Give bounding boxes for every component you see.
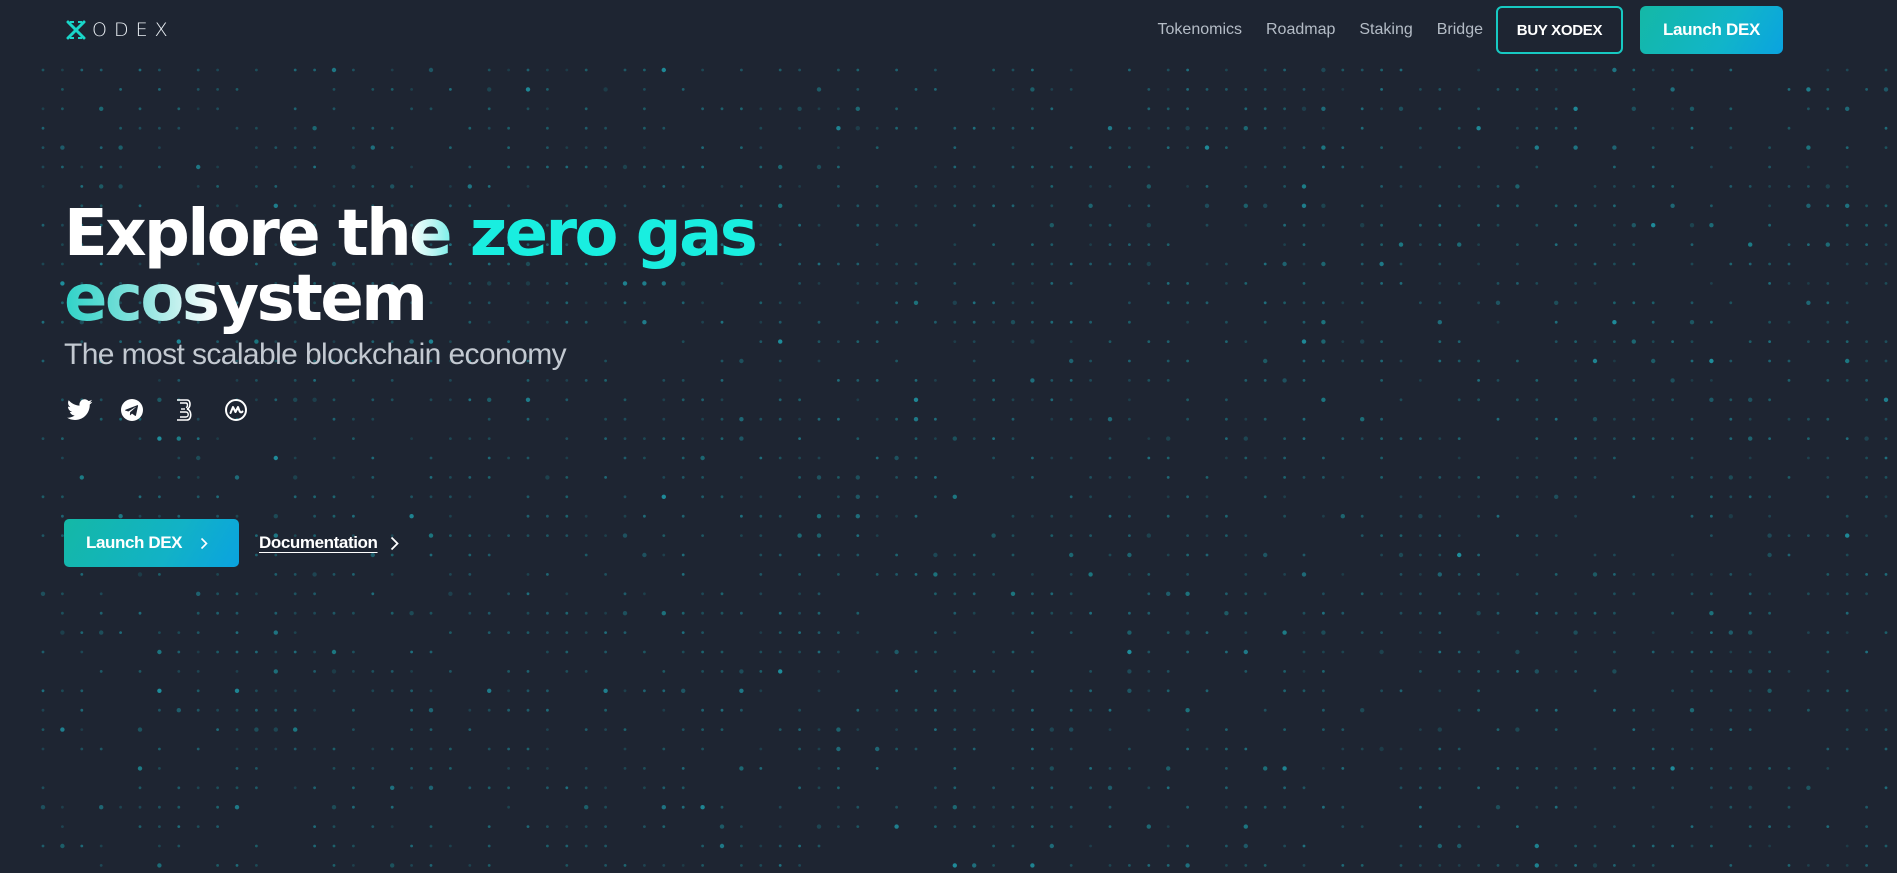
dot-grid-background xyxy=(40,67,1889,868)
hero-title-part-1: Explore th xyxy=(64,197,412,271)
hero-title-part-3: ecos xyxy=(64,262,220,336)
hero-title-line-1: Explore the zero gas xyxy=(64,202,824,267)
telegram-icon xyxy=(121,399,143,421)
chevron-right-icon xyxy=(200,537,208,550)
coinmarketcap-link[interactable] xyxy=(222,396,250,424)
twitter-icon xyxy=(67,399,93,420)
buy-xodex-button[interactable]: BUY XODEX xyxy=(1496,6,1623,54)
nav-roadmap[interactable]: Roadmap xyxy=(1266,21,1335,39)
twitter-link[interactable] xyxy=(66,396,94,424)
b-logo-link[interactable] xyxy=(170,396,198,424)
nav-staking[interactable]: Staking xyxy=(1359,21,1412,39)
telegram-link[interactable] xyxy=(118,396,146,424)
hero-cta-row: Launch DEX Documentation xyxy=(64,519,399,567)
top-navigation: Tokenomics Roadmap Staking Bridge BUY XO… xyxy=(1158,6,1783,54)
hero-launch-dex-label: Launch DEX xyxy=(86,533,183,552)
hero-title-part-2: e xyxy=(409,197,470,271)
social-links xyxy=(66,396,250,424)
b-logo-icon xyxy=(177,399,192,421)
nav-bridge[interactable]: Bridge xyxy=(1437,21,1483,39)
hero-launch-dex-button[interactable]: Launch DEX xyxy=(64,519,239,567)
hero-title-accent: zero gas xyxy=(469,197,758,271)
hero-title-part-4: ystem xyxy=(217,262,428,336)
chevron-right-icon xyxy=(390,536,399,551)
documentation-label: Documentation xyxy=(259,533,378,552)
hero-title: Explore the zero gas ecosystem xyxy=(64,202,824,332)
page: ODEX Tokenomics Roadmap Staking Bridge B… xyxy=(0,0,1897,873)
logo-x-icon xyxy=(66,20,86,40)
logo-text: ODEX xyxy=(92,19,175,41)
coinmarketcap-icon xyxy=(225,399,247,421)
documentation-link[interactable]: Documentation xyxy=(259,533,399,553)
hero-title-line-2: ecosystem xyxy=(64,267,824,332)
hero-subtitle: The most scalable blockchain economy xyxy=(64,338,567,371)
header-launch-dex-button[interactable]: Launch DEX xyxy=(1640,6,1783,54)
logo[interactable]: ODEX xyxy=(66,18,175,42)
nav-tokenomics[interactable]: Tokenomics xyxy=(1158,21,1242,39)
